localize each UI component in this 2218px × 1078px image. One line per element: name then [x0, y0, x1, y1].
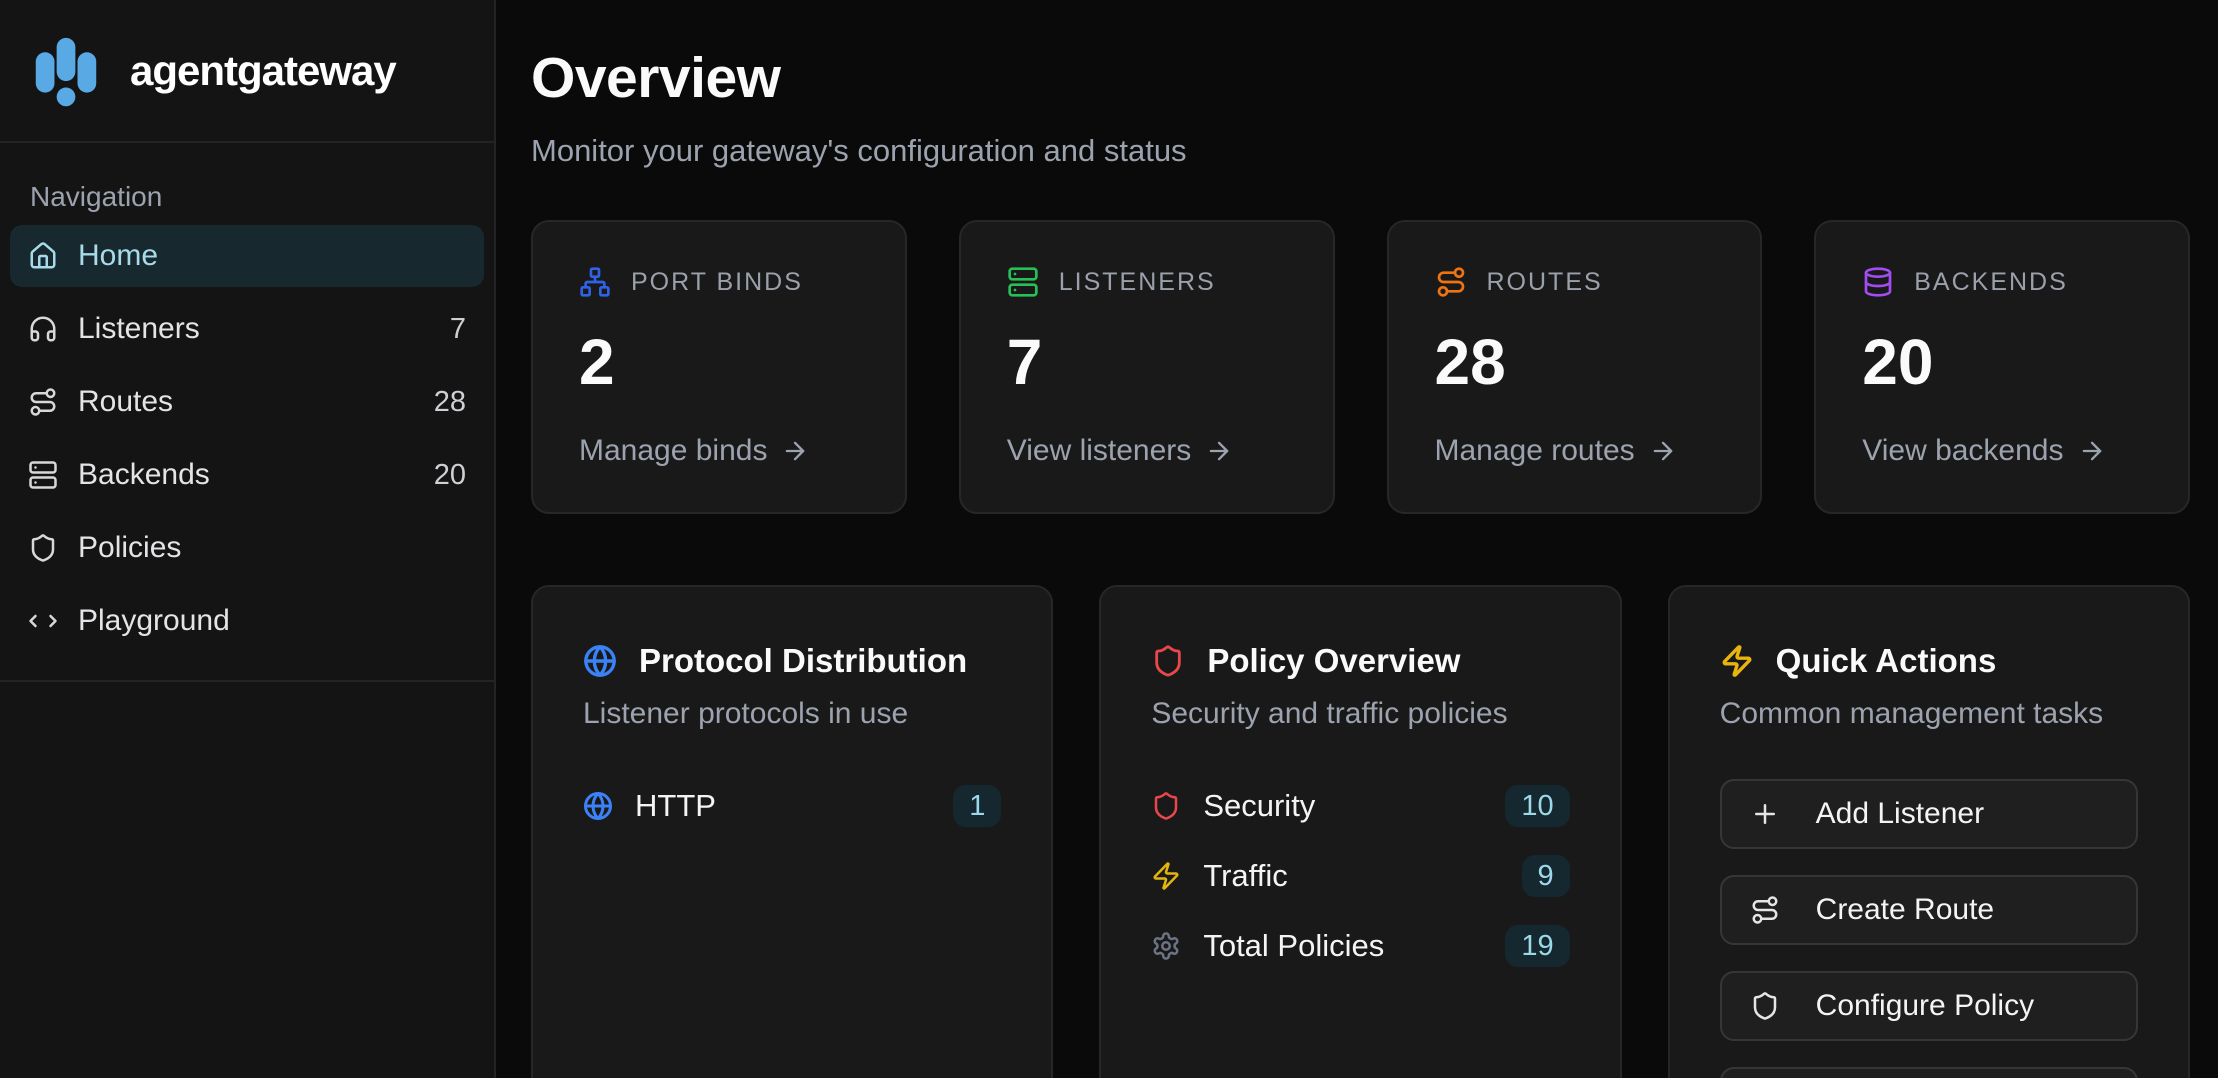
- policy-label: Traffic: [1203, 858, 1287, 894]
- policy-count-badge: 9: [1522, 855, 1570, 897]
- stat-value: 7: [1007, 330, 1287, 394]
- sidebar-item-routes[interactable]: Routes 28: [10, 371, 484, 433]
- server-icon: [28, 460, 58, 490]
- panel-title: Policy Overview: [1207, 642, 1460, 680]
- stat-value: 28: [1435, 330, 1715, 394]
- add-listener-button[interactable]: Add Listener: [1720, 779, 2138, 849]
- shield-icon: [1750, 991, 1780, 1021]
- sidebar-item-label: Policies: [78, 531, 181, 565]
- stat-card-port-binds: PORT BINDS 2 Manage binds: [531, 220, 907, 514]
- home-icon: [28, 241, 58, 271]
- stat-card-routes: ROUTES 28 Manage routes: [1387, 220, 1763, 514]
- policy-count-badge: 10: [1505, 785, 1569, 827]
- create-route-button[interactable]: Create Route: [1720, 875, 2138, 945]
- quick-actions-card: Quick Actions Common management tasks Ad…: [1668, 585, 2190, 1078]
- stat-label: BACKENDS: [1914, 268, 2068, 297]
- arrow-right-icon: [781, 437, 809, 465]
- route-icon: [28, 387, 58, 417]
- page-title: Overview: [531, 46, 2190, 112]
- quick-action-button-partial[interactable]: [1720, 1067, 2138, 1078]
- nav-section-label: Navigation: [30, 181, 464, 213]
- stat-label: PORT BINDS: [631, 268, 803, 297]
- sidebar-item-home[interactable]: Home: [10, 225, 484, 287]
- policy-row-security: Security 10: [1151, 785, 1569, 827]
- sidebar-item-label: Routes: [78, 385, 173, 419]
- protocol-row-http: HTTP 1: [583, 785, 1001, 827]
- sidebar-item-backends[interactable]: Backends 20: [10, 444, 484, 506]
- policy-label: Security: [1203, 788, 1315, 824]
- policy-row-total: Total Policies 19: [1151, 925, 1569, 967]
- arrow-right-icon: [1649, 437, 1677, 465]
- shield-icon: [1151, 644, 1185, 678]
- sidebar-item-label: Home: [78, 239, 158, 273]
- server-icon: [1007, 266, 1039, 298]
- agentgateway-logo-icon: [30, 32, 102, 110]
- sidebar-item-policies[interactable]: Policies: [10, 517, 484, 579]
- panel-subtitle: Security and traffic policies: [1151, 694, 1569, 733]
- sidebar-item-label: Listeners: [78, 312, 200, 346]
- headphones-icon: [28, 314, 58, 344]
- protocol-label: HTTP: [635, 788, 716, 824]
- panel-subtitle: Listener protocols in use: [583, 694, 1001, 733]
- stats-row: PORT BINDS 2 Manage binds LISTENERS 7 Vi…: [531, 220, 2190, 514]
- stat-value: 2: [579, 330, 859, 394]
- globe-icon: [583, 644, 617, 678]
- page-subtitle: Monitor your gateway's configuration and…: [531, 132, 2190, 171]
- stat-card-listeners: LISTENERS 7 View listeners: [959, 220, 1335, 514]
- stat-value: 20: [1862, 330, 2142, 394]
- manage-routes-link[interactable]: Manage routes: [1435, 434, 1715, 468]
- zap-icon: [1720, 644, 1754, 678]
- app-name: agentgateway: [130, 47, 396, 95]
- main-content: Overview Monitor your gateway's configur…: [496, 0, 2218, 1078]
- globe-icon: [583, 791, 613, 821]
- configure-policy-button[interactable]: Configure Policy: [1720, 971, 2138, 1041]
- stat-label: LISTENERS: [1059, 268, 1216, 297]
- sidebar-item-listeners[interactable]: Listeners 7: [10, 298, 484, 360]
- code-icon: [28, 606, 58, 636]
- protocol-count-badge: 1: [953, 785, 1001, 827]
- arrow-right-icon: [1205, 437, 1233, 465]
- sidebar-item-label: Playground: [78, 604, 230, 638]
- panel-title: Quick Actions: [1776, 642, 1997, 680]
- gear-icon: [1151, 931, 1181, 961]
- route-icon: [1435, 266, 1467, 298]
- sidebar-item-playground[interactable]: Playground: [10, 590, 484, 652]
- stat-card-backends: BACKENDS 20 View backends: [1814, 220, 2190, 514]
- panels-row: Protocol Distribution Listener protocols…: [531, 585, 2190, 1078]
- sidebar-nav: Navigation Home Listeners 7 Routes 28 Ba…: [0, 143, 494, 682]
- plus-icon: [1750, 799, 1780, 829]
- policy-overview-card: Policy Overview Security and traffic pol…: [1099, 585, 1621, 1078]
- panel-subtitle: Common management tasks: [1720, 694, 2138, 733]
- shield-icon: [1151, 791, 1181, 821]
- view-backends-link[interactable]: View backends: [1862, 434, 2142, 468]
- panel-title: Protocol Distribution: [639, 642, 967, 680]
- manage-binds-link[interactable]: Manage binds: [579, 434, 859, 468]
- policy-label: Total Policies: [1203, 928, 1384, 964]
- arrow-right-icon: [2078, 437, 2106, 465]
- protocol-distribution-card: Protocol Distribution Listener protocols…: [531, 585, 1053, 1078]
- zap-icon: [1151, 861, 1181, 891]
- view-listeners-link[interactable]: View listeners: [1007, 434, 1287, 468]
- database-icon: [1862, 266, 1894, 298]
- route-icon: [1750, 895, 1780, 925]
- stat-label: ROUTES: [1487, 268, 1603, 297]
- policy-count-badge: 19: [1505, 925, 1569, 967]
- sidebar-item-count: 7: [450, 313, 466, 346]
- sidebar-item-label: Backends: [78, 458, 210, 492]
- policy-row-traffic: Traffic 9: [1151, 855, 1569, 897]
- sidebar-item-count: 28: [434, 386, 466, 419]
- shield-icon: [28, 533, 58, 563]
- app-logo: agentgateway: [0, 0, 494, 143]
- sidebar: agentgateway Navigation Home Listeners 7…: [0, 0, 496, 1078]
- network-icon: [579, 266, 611, 298]
- sidebar-item-count: 20: [434, 459, 466, 492]
